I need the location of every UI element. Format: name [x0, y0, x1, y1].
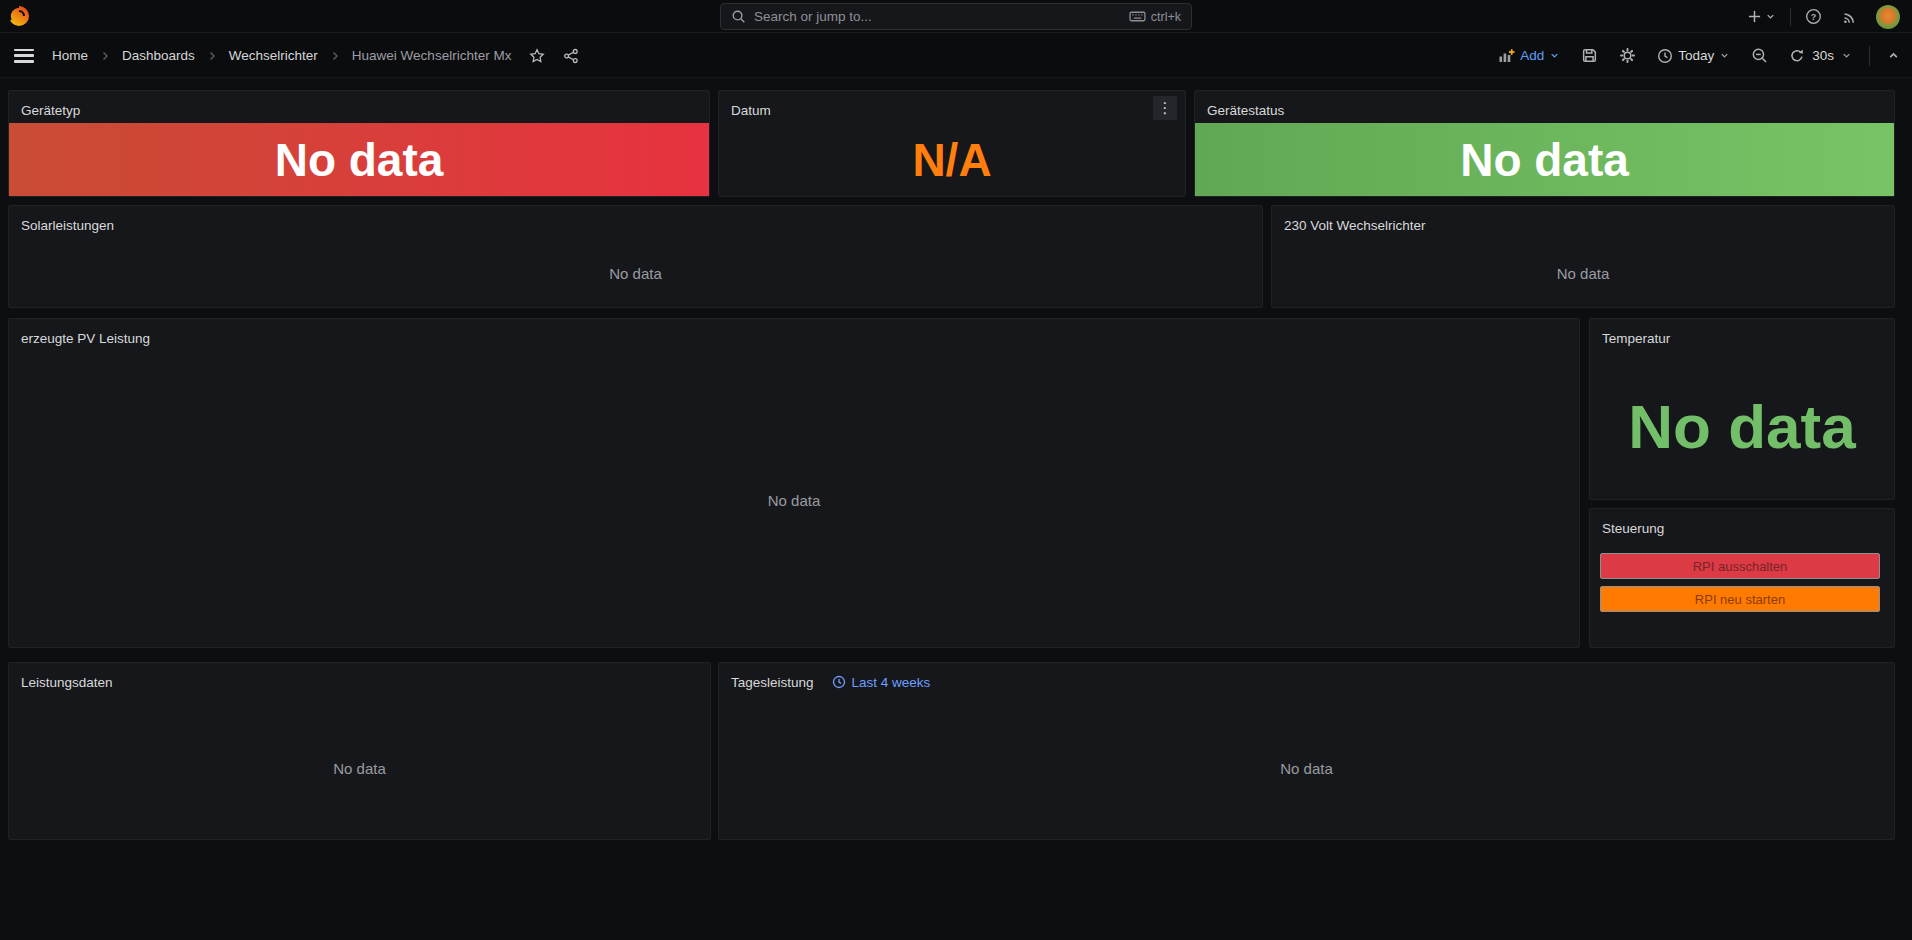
chevron-down-icon: [1841, 50, 1852, 61]
no-data-label: No data: [1557, 265, 1610, 282]
panel-title[interactable]: Tagesleistung: [731, 675, 814, 690]
panel-tagesleistung: Tagesleistung Last 4 weeks No data: [718, 662, 1895, 840]
chevron-right-icon: [329, 50, 341, 62]
panel-title[interactable]: Temperatur: [1602, 331, 1670, 346]
user-avatar[interactable]: [1876, 5, 1900, 29]
panel-temperatur: Temperatur No data: [1589, 318, 1895, 500]
collapse-toolbar-button[interactable]: [1887, 49, 1900, 62]
chevron-right-icon: [206, 50, 218, 62]
gear-icon: [1619, 47, 1636, 64]
breadcrumb-dashboards[interactable]: Dashboards: [122, 48, 195, 63]
stat-value: No data: [275, 133, 444, 187]
breadcrumb-folder[interactable]: Wechselrichter: [229, 48, 318, 63]
panel-solarleistungen: Solarleistungen No data: [8, 205, 1263, 308]
panel-title[interactable]: erzeugte PV Leistung: [21, 331, 150, 346]
save-icon: [1581, 47, 1598, 64]
clock-icon: [832, 675, 846, 689]
help-button[interactable]: ?: [1805, 8, 1822, 25]
no-data-label: No data: [1280, 760, 1333, 777]
stat-value: No data: [1460, 133, 1629, 187]
breadcrumb: Home Dashboards Wechselrichter Huawei We…: [14, 33, 579, 78]
panel-geraetetyp: Gerätetyp No data: [8, 90, 710, 197]
no-data-label: No data: [333, 760, 386, 777]
rpi-restart-button[interactable]: RPI neu starten: [1600, 586, 1880, 612]
save-dashboard-button[interactable]: [1581, 47, 1598, 64]
dashboard-settings-button[interactable]: [1619, 47, 1636, 64]
refresh-button[interactable]: 30s: [1789, 48, 1852, 64]
time-override-label: Last 4 weeks: [852, 675, 931, 690]
plus-icon: [1747, 9, 1762, 24]
stat-value: No data: [1628, 391, 1855, 462]
panel-erzeugte-pv-leistung: erzeugte PV Leistung No data: [8, 318, 1580, 648]
panel-geraetestatus: Gerätestatus No data: [1194, 90, 1895, 197]
panel-title[interactable]: Steuerung: [1602, 521, 1664, 536]
search-input[interactable]: Search or jump to... ctrl+k: [720, 3, 1192, 30]
zoom-out-button[interactable]: [1751, 47, 1768, 64]
grafana-logo[interactable]: [8, 5, 30, 27]
panel-230v-wechselrichter: 230 Volt Wechselrichter No data: [1271, 205, 1895, 308]
panel-title[interactable]: Gerätestatus: [1207, 103, 1284, 118]
panel-title[interactable]: 230 Volt Wechselrichter: [1284, 218, 1426, 233]
breadcrumb-bar: Home Dashboards Wechselrichter Huawei We…: [0, 33, 1912, 78]
refresh-icon: [1789, 48, 1805, 64]
add-panel-icon: [1498, 47, 1515, 64]
nav-divider: [1790, 8, 1791, 26]
add-label: Add: [1520, 48, 1544, 63]
no-data-label: No data: [609, 265, 662, 282]
time-range-picker[interactable]: Today: [1657, 48, 1730, 64]
stat-value: N/A: [912, 133, 991, 187]
chevron-right-icon: [99, 50, 111, 62]
toolbar-divider: [1869, 46, 1870, 66]
news-button[interactable]: [1842, 9, 1858, 25]
stat-background: No data: [1195, 123, 1894, 196]
breadcrumb-home[interactable]: Home: [52, 48, 88, 63]
panel-title[interactable]: Solarleistungen: [21, 218, 114, 233]
favorite-star-icon[interactable]: [529, 48, 545, 64]
clock-icon: [1657, 48, 1673, 64]
chevron-up-icon: [1887, 49, 1900, 62]
panel-datum: Datum ⋮ N/A: [718, 90, 1186, 197]
keyboard-icon: [1129, 8, 1146, 25]
help-icon: ?: [1805, 8, 1822, 25]
breadcrumb-current: Huawei Wechselrichter Mx: [352, 48, 512, 63]
search-shortcut: ctrl+k: [1151, 10, 1181, 24]
chevron-down-icon: [1719, 50, 1730, 61]
zoom-out-icon: [1751, 47, 1768, 64]
chevron-down-icon: [1765, 11, 1776, 22]
panel-title[interactable]: Leistungsdaten: [21, 675, 113, 690]
search-icon: [731, 9, 746, 24]
svg-text:?: ?: [1811, 12, 1816, 22]
rpi-off-button[interactable]: RPI ausschalten: [1600, 553, 1880, 579]
share-icon[interactable]: [563, 48, 579, 64]
time-override-indicator[interactable]: Last 4 weeks: [832, 675, 931, 690]
chevron-down-icon: [1549, 50, 1560, 61]
new-button[interactable]: [1747, 9, 1776, 24]
menu-toggle-icon[interactable]: [14, 49, 34, 63]
search-placeholder: Search or jump to...: [754, 9, 1121, 24]
panel-title[interactable]: Gerätetyp: [21, 103, 80, 118]
time-range-label: Today: [1678, 48, 1714, 63]
panel-menu-icon[interactable]: ⋮: [1153, 96, 1177, 120]
panel-steuerung: Steuerung RPI ausschalten RPI neu starte…: [1589, 508, 1895, 648]
top-nav-bar: Search or jump to... ctrl+k: [0, 0, 1912, 33]
stat-background: No data: [9, 123, 709, 196]
panel-title[interactable]: Datum: [731, 103, 771, 118]
rss-icon: [1842, 9, 1858, 25]
no-data-label: No data: [768, 492, 821, 509]
panel-leistungsdaten: Leistungsdaten No data: [8, 662, 711, 840]
add-button[interactable]: Add: [1498, 47, 1560, 64]
refresh-interval-label: 30s: [1812, 48, 1834, 63]
